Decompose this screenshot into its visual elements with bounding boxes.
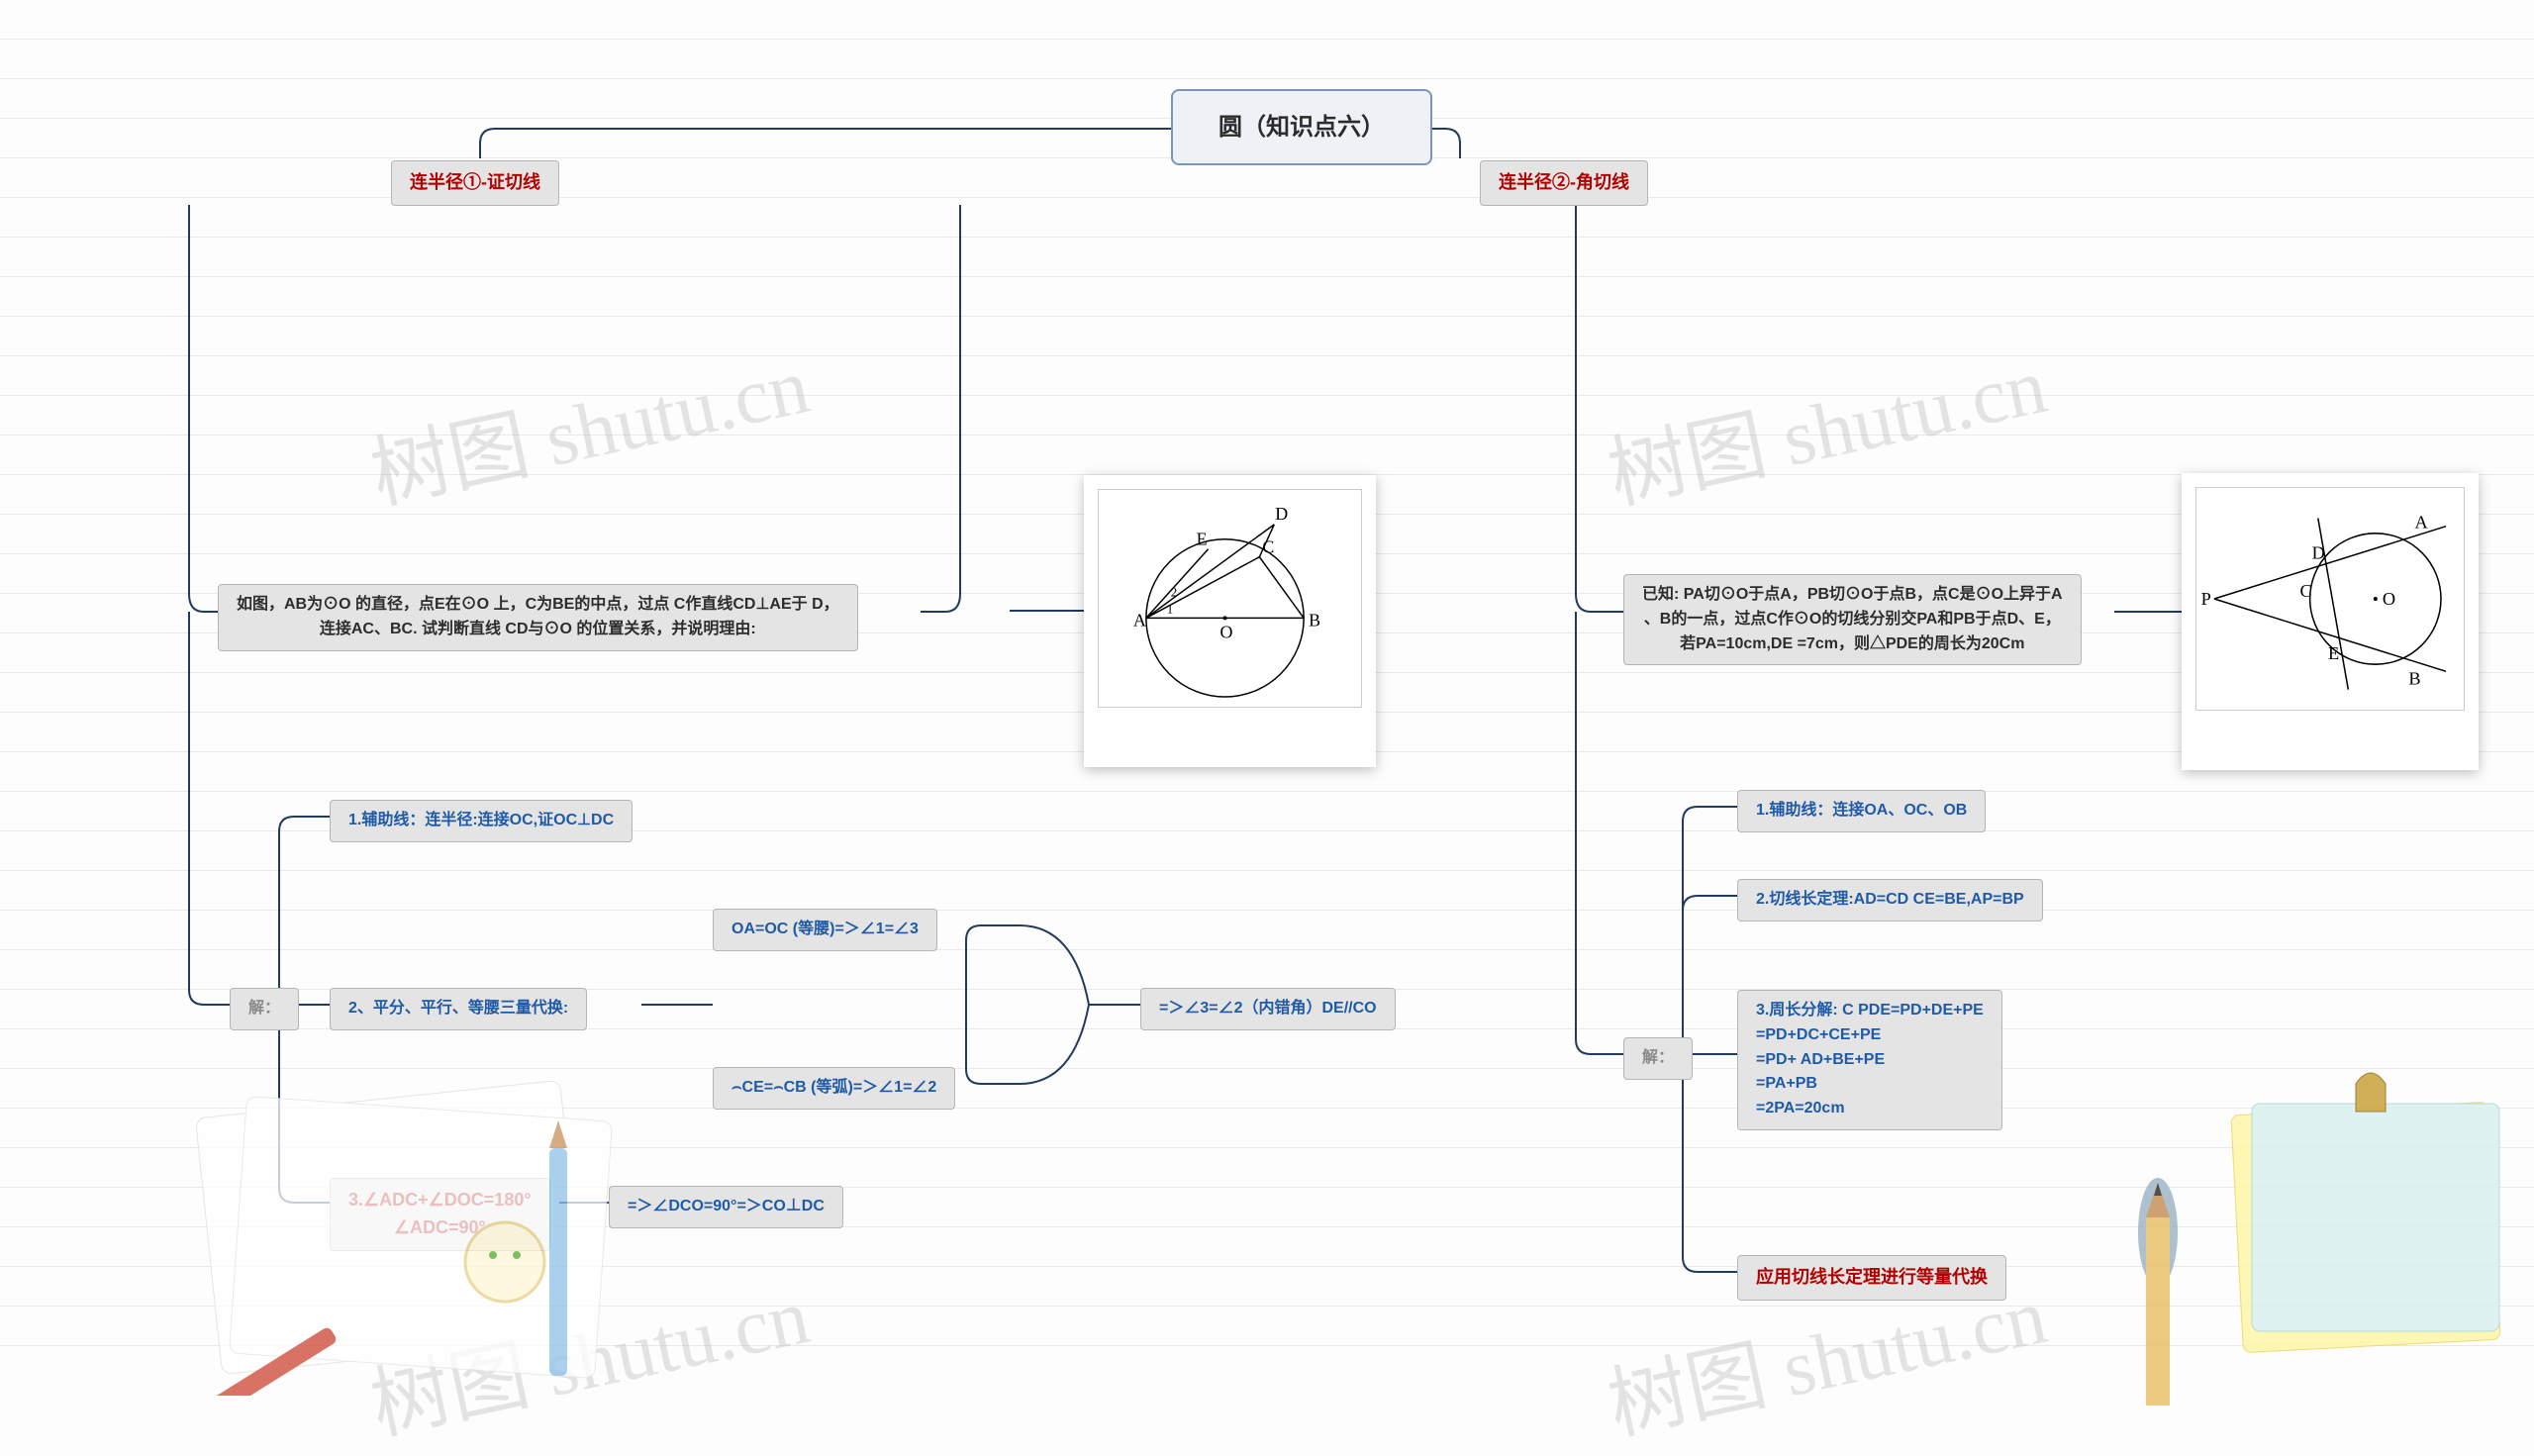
root-node[interactable]: 圆（知识点六） xyxy=(1171,89,1432,165)
svg-text:E: E xyxy=(1197,530,1208,549)
svg-text:1: 1 xyxy=(1167,601,1173,616)
svg-text:O: O xyxy=(1220,622,1233,641)
left-step2b-text: ⌢CE=⌢CB (等弧)=＞∠1=∠2 xyxy=(731,1079,936,1096)
left-step3r-text: =＞∠DCO=90°=＞CO⊥DC xyxy=(628,1198,825,1214)
mindmap-canvas: 圆（知识点六） 连半径①-证切线 连半径②-角切线 如图，AB为⊙O 的直径，点… xyxy=(0,0,2534,1385)
left-step2c[interactable]: =＞∠3=∠2（内错角）DE//CO xyxy=(1140,988,1396,1030)
watermark: 树图 shutu.cn xyxy=(359,1252,818,1456)
right-step3[interactable]: 3.周长分解: C PDE=PD+DE+PE =PD+DC+CE+PE =PD+… xyxy=(1737,990,2002,1130)
right-problem[interactable]: 已知: PA切⊙O于点A，PB切⊙O于点B，点C是⊙O上异于A 、B的一点，过点… xyxy=(1623,574,2082,665)
branch-left-title[interactable]: 连半径①-证切线 xyxy=(391,160,559,206)
left-step2b[interactable]: ⌢CE=⌢CB (等弧)=＞∠1=∠2 xyxy=(713,1067,955,1110)
right-solve-text: 解： xyxy=(1642,1049,1674,1066)
left-problem[interactable]: 如图，AB为⊙O 的直径，点E在⊙O 上，C为BE的中点，过点 C作直线CD⊥A… xyxy=(218,584,858,651)
left-step1[interactable]: 1.辅助线：连半径:连接OC,证OC⊥DC xyxy=(330,800,633,842)
right-step1[interactable]: 1.辅助线：连接OA、OC、OB xyxy=(1737,790,1986,832)
right-step3-text: 3.周长分解: C PDE=PD+DE+PE =PD+DC+CE+PE =PD+… xyxy=(1756,1002,1984,1116)
right-step2[interactable]: 2.切线长定理:AD=CD CE=BE,AP=BP xyxy=(1737,879,2043,922)
left-figure-frame: A B C D E O 1 2 xyxy=(1084,475,1376,767)
deco-stationery-right xyxy=(2029,1049,2534,1406)
svg-text:E: E xyxy=(2328,643,2339,663)
right-step1-text: 1.辅助线：连接OA、OC、OB xyxy=(1756,802,1967,819)
svg-text:A: A xyxy=(2415,513,2429,533)
left-figure: A B C D E O 1 2 xyxy=(1098,489,1362,708)
svg-text:2: 2 xyxy=(1171,585,1177,600)
watermark: 树图 shutu.cn xyxy=(359,322,818,527)
watermark: 树图 shutu.cn xyxy=(1597,322,2055,527)
root-title: 圆（知识点六） xyxy=(1218,114,1385,141)
left-step2c-text: =＞∠3=∠2（内错角）DE//CO xyxy=(1159,1000,1377,1017)
svg-text:A: A xyxy=(1133,610,1146,630)
right-step2-text: 2.切线长定理:AD=CD CE=BE,AP=BP xyxy=(1756,891,2024,908)
branch-left-label: 连半径①-证切线 xyxy=(410,172,540,192)
svg-text:B: B xyxy=(2408,669,2420,689)
branch-right-title[interactable]: 连半径②-角切线 xyxy=(1480,160,1648,206)
left-geom-svg: A B C D E O 1 2 xyxy=(1099,490,1361,707)
right-problem-text: 已知: PA切⊙O于点A，PB切⊙O于点B，点C是⊙O上异于A 、B的一点，过点… xyxy=(1642,586,2063,652)
left-step3r[interactable]: =＞∠DCO=90°=＞CO⊥DC xyxy=(609,1186,843,1228)
left-step2[interactable]: 2、平分、平行、等腰三量代换: xyxy=(330,988,587,1030)
right-figure-frame: P A B D E C O xyxy=(2182,473,2479,770)
branch-right-label: 连半径②-角切线 xyxy=(1499,172,1629,192)
svg-text:P: P xyxy=(2201,589,2211,609)
left-step2a[interactable]: OA=OC (等腰)=＞∠1=∠3 xyxy=(713,909,937,951)
right-solve-label[interactable]: 解： xyxy=(1623,1037,1693,1080)
svg-text:D: D xyxy=(2312,542,2325,562)
right-conclusion[interactable]: 应用切线长定理进行等量代换 xyxy=(1737,1255,2006,1301)
right-geom-svg: P A B D E C O xyxy=(2196,488,2464,710)
svg-text:O: O xyxy=(2383,589,2395,609)
right-conclusion-text: 应用切线长定理进行等量代换 xyxy=(1756,1267,1988,1287)
left-step3[interactable]: 3.∠ADC+∠DOC=180° ∠ADC=90° xyxy=(330,1178,550,1251)
left-step1-text: 1.辅助线：连半径:连接OC,证OC⊥DC xyxy=(348,812,614,828)
svg-text:D: D xyxy=(1275,504,1288,524)
left-step2a-text: OA=OC (等腰)=＞∠1=∠3 xyxy=(731,921,919,937)
right-figure: P A B D E C O xyxy=(2195,487,2465,711)
left-step2-text: 2、平分、平行、等腰三量代换: xyxy=(348,1000,568,1017)
left-step3-text: 3.∠ADC+∠DOC=180° ∠ADC=90° xyxy=(348,1190,532,1237)
svg-text:B: B xyxy=(1309,610,1320,630)
left-problem-text: 如图，AB为⊙O 的直径，点E在⊙O 上，C为BE的中点，过点 C作直线CD⊥A… xyxy=(237,596,839,637)
svg-text:C: C xyxy=(2299,581,2311,601)
left-solve-text: 解： xyxy=(248,1000,280,1017)
left-solve-label[interactable]: 解： xyxy=(230,988,299,1030)
svg-text:C: C xyxy=(1262,537,1274,557)
